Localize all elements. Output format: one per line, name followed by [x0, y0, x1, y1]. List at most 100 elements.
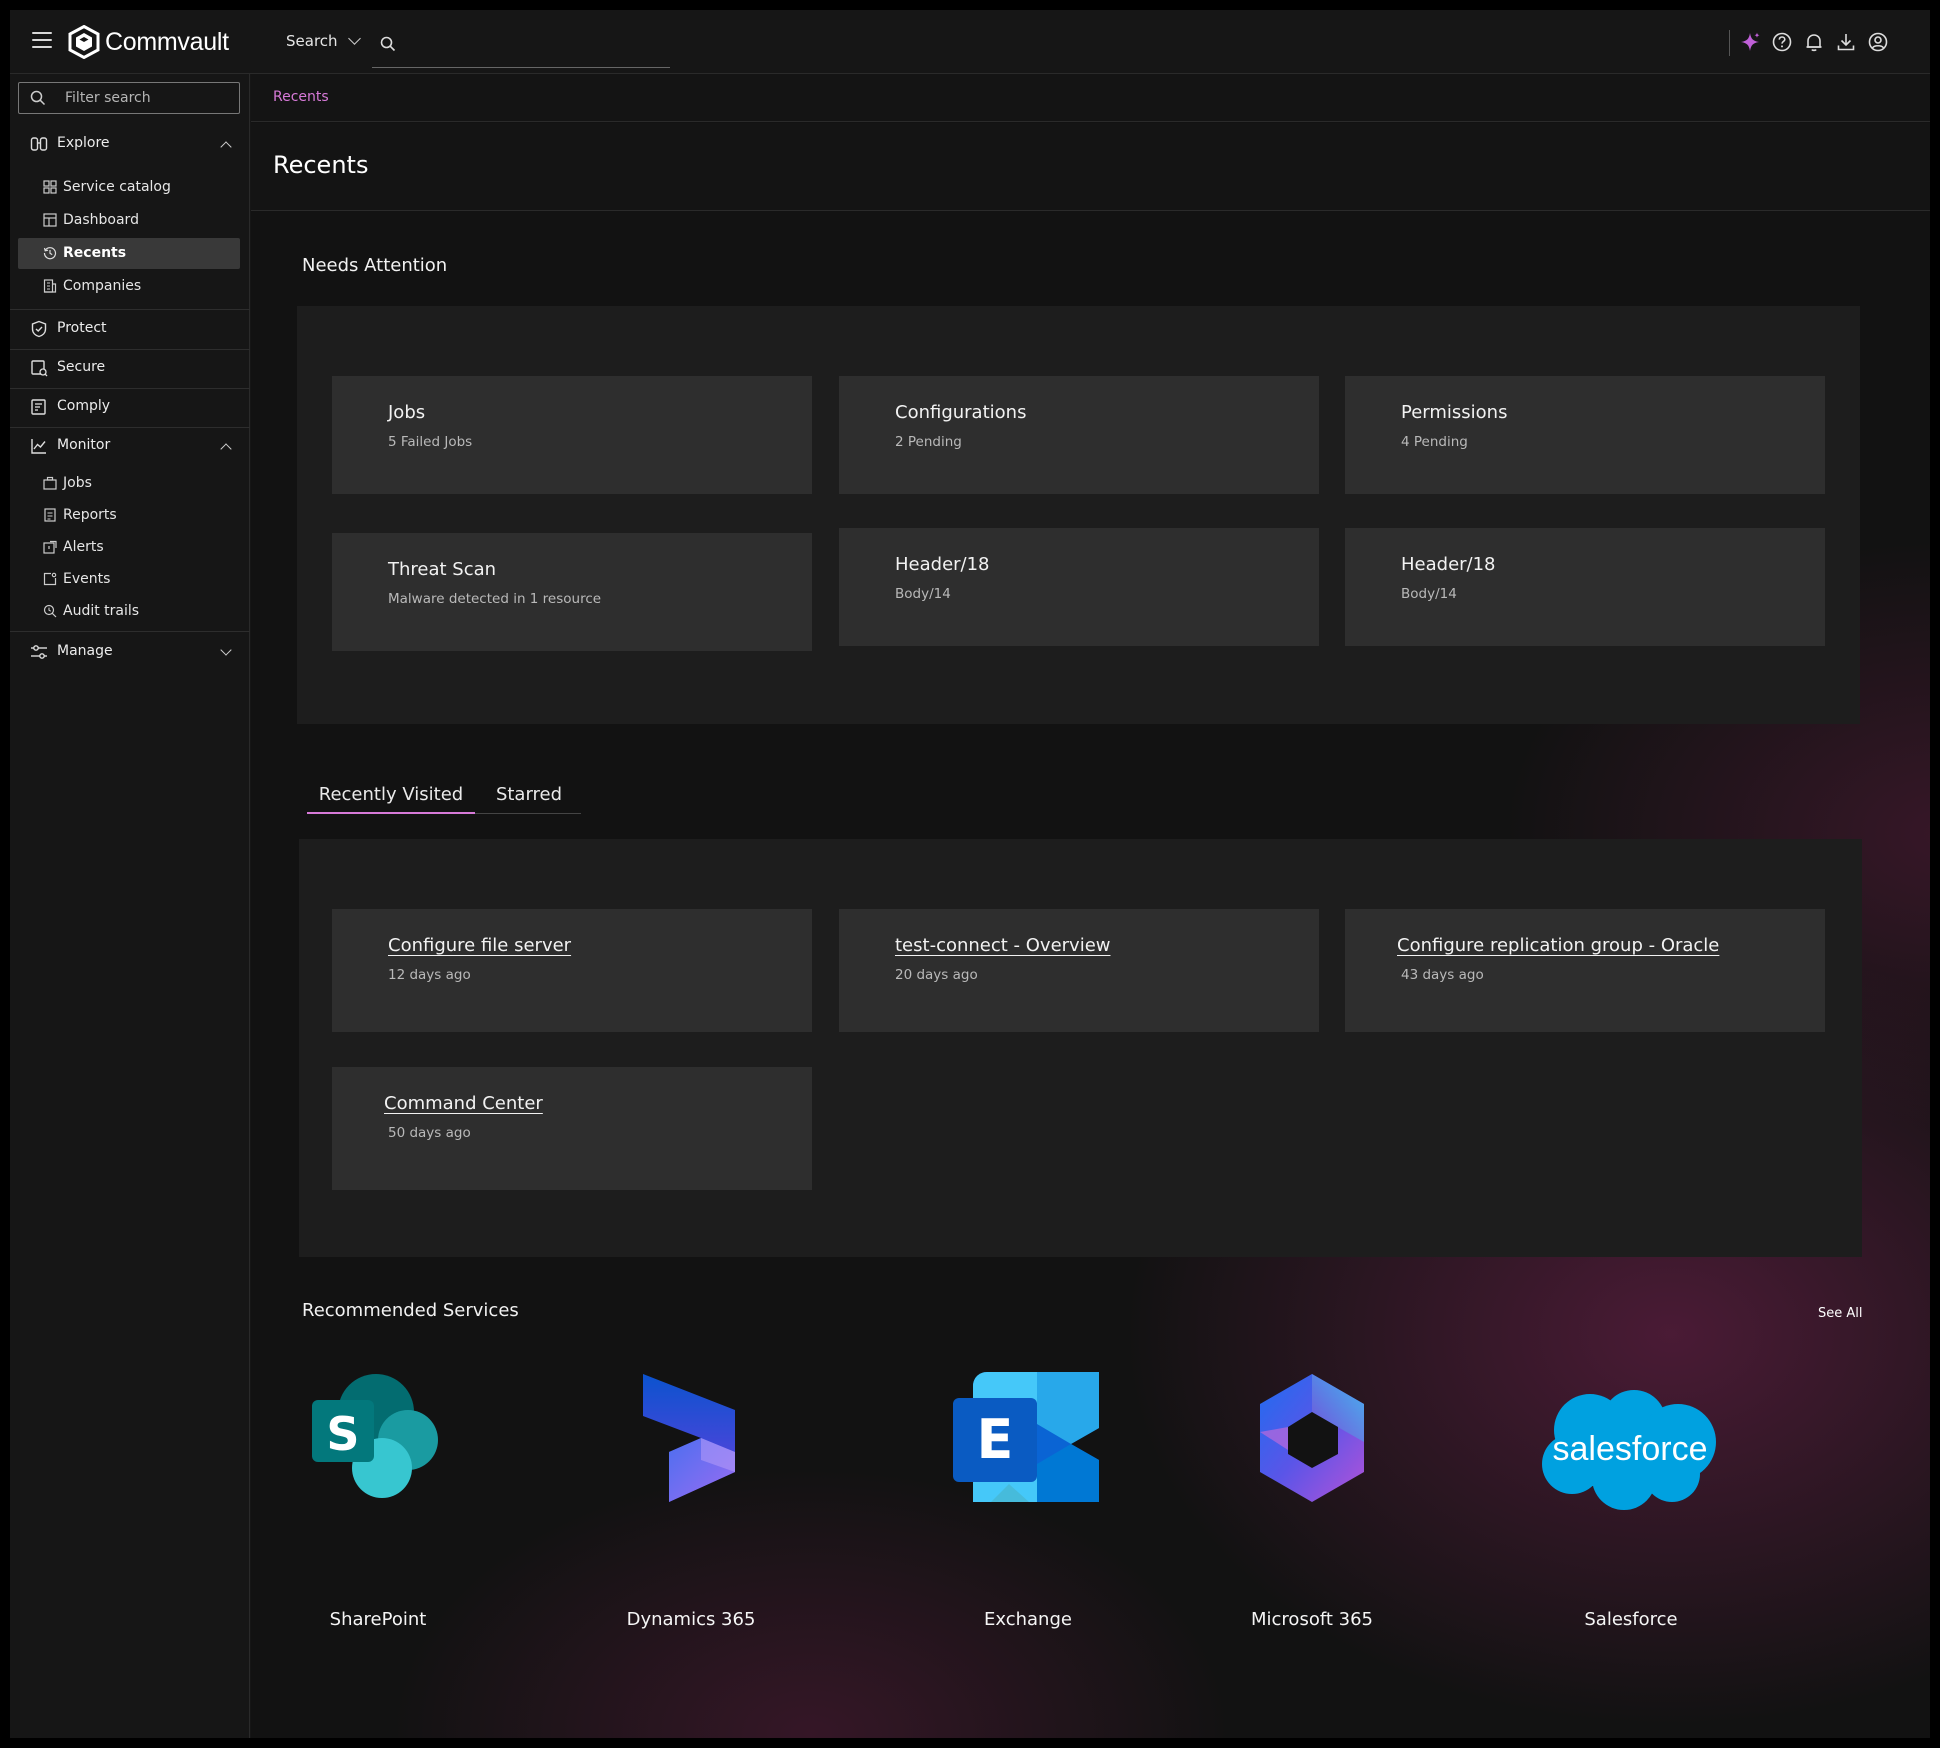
sidebar-item-audit-trails[interactable]: Audit trails — [18, 596, 240, 627]
search-scope-label: Search — [286, 32, 338, 50]
svg-text:E: E — [977, 1408, 1014, 1471]
attention-card-threat-scan[interactable]: Threat Scan Malware detected in 1 resour… — [332, 533, 812, 651]
sidebar-item-companies[interactable]: Companies — [18, 271, 240, 302]
attention-card-placeholder[interactable]: Header/18 Body/14 — [1345, 528, 1825, 646]
tab-label: Starred — [495, 784, 563, 805]
recent-card-test-connect-overview[interactable]: test-connect - Overview 20 days ago — [839, 909, 1319, 1032]
card-title: Permissions — [1401, 402, 1508, 423]
card-subtitle: 4 Pending — [1401, 434, 1468, 450]
top-bar: Commvault Search — [10, 10, 1930, 74]
nav-group-protect[interactable]: Protect — [10, 309, 250, 349]
chevron-up-icon — [220, 141, 232, 153]
nav-group-monitor[interactable]: Monitor — [10, 426, 250, 466]
recommended-services-title: Recommended Services — [302, 1300, 519, 1321]
grid-icon — [43, 180, 57, 194]
download-icon[interactable] — [1835, 31, 1857, 53]
dashboard-icon — [43, 213, 57, 227]
menu-icon[interactable] — [32, 32, 52, 50]
help-icon[interactable] — [1771, 31, 1793, 53]
filter-search — [18, 82, 240, 114]
tab-recently-visited[interactable]: Recently Visited — [307, 782, 475, 814]
nav-group-secure[interactable]: Secure — [10, 348, 250, 388]
filter-search-input[interactable] — [65, 87, 233, 109]
sidebar-item-label: Reports — [63, 507, 117, 523]
card-subtitle: 43 days ago — [1401, 967, 1484, 983]
events-icon — [43, 572, 57, 586]
service-dynamics-365[interactable]: Dynamics 365 — [591, 1372, 791, 1642]
svg-text:S: S — [326, 1407, 359, 1461]
nav-group-explore[interactable]: Explore — [10, 124, 250, 164]
recent-card-configure-replication-group[interactable]: Configure replication group - Oracle 43 … — [1345, 909, 1825, 1032]
sidebar-item-dashboard[interactable]: Dashboard — [18, 205, 240, 236]
user-icon[interactable] — [1867, 31, 1889, 53]
recently-visited-panel: Configure file server 12 days ago test-c… — [299, 839, 1862, 1257]
needs-attention-title: Needs Attention — [302, 255, 448, 276]
service-label: Exchange — [984, 1609, 1072, 1630]
chevron-up-icon — [220, 443, 232, 455]
chart-line-icon — [31, 439, 46, 454]
search-scope-dropdown[interactable]: Search — [286, 32, 361, 50]
attention-card-permissions[interactable]: Permissions 4 Pending — [1345, 376, 1825, 494]
card-title: Configure file server — [388, 935, 572, 956]
commvault-logo-icon — [68, 25, 100, 59]
card-title: Header/18 — [895, 554, 990, 575]
sidebar-item-reports[interactable]: Reports — [18, 500, 240, 531]
brand-logo[interactable]: Commvault — [68, 24, 229, 60]
tab-starred[interactable]: Starred — [477, 782, 581, 814]
service-microsoft-365[interactable]: Microsoft 365 — [1212, 1372, 1412, 1642]
see-all-link[interactable]: See All — [1818, 1306, 1863, 1321]
service-salesforce[interactable]: salesforce Salesforce — [1531, 1372, 1731, 1642]
sidebar-item-recents[interactable]: Recents — [18, 238, 240, 269]
shield-icon — [31, 320, 47, 338]
attention-card-jobs[interactable]: Jobs 5 Failed Jobs — [332, 376, 812, 494]
sidebar-item-label: Service catalog — [63, 179, 171, 195]
secure-icon — [31, 360, 48, 377]
nav-group-label: Explore — [57, 135, 110, 151]
recent-card-configure-file-server[interactable]: Configure file server 12 days ago — [332, 909, 812, 1032]
page-header: Recents — [251, 123, 1930, 211]
nav-group-manage[interactable]: Manage — [10, 632, 250, 672]
card-subtitle: 12 days ago — [388, 967, 471, 983]
binoculars-icon — [30, 137, 48, 151]
global-search — [372, 28, 670, 68]
sidebar-item-alerts[interactable]: Alerts — [18, 532, 240, 563]
sidebar-item-jobs[interactable]: Jobs — [18, 468, 240, 499]
sidebar-item-label: Alerts — [63, 539, 104, 555]
service-label: Salesforce — [1584, 1609, 1678, 1630]
card-subtitle: 50 days ago — [388, 1125, 471, 1141]
nav-group-comply[interactable]: Comply — [10, 387, 250, 427]
breadcrumb-bar: Recents — [251, 74, 1930, 122]
sidebar-item-label: Companies — [63, 278, 142, 294]
comply-icon — [31, 399, 46, 415]
attention-card-placeholder[interactable]: Header/18 Body/14 — [839, 528, 1319, 646]
tab-label: Recently Visited — [318, 784, 464, 805]
dynamics-365-logo — [643, 1374, 735, 1502]
microsoft-365-logo — [1260, 1374, 1364, 1502]
service-sharepoint[interactable]: S SharePoint — [278, 1372, 478, 1642]
exchange-logo: E — [953, 1372, 1099, 1502]
card-title: Configurations — [895, 402, 1027, 423]
bell-icon[interactable] — [1803, 31, 1825, 53]
briefcase-icon — [43, 476, 57, 490]
toolbar-divider — [1729, 30, 1730, 56]
service-label: SharePoint — [329, 1609, 427, 1630]
global-search-input[interactable] — [406, 34, 662, 60]
recent-card-command-center[interactable]: Command Center 50 days ago — [332, 1067, 812, 1190]
attention-card-configurations[interactable]: Configurations 2 Pending — [839, 376, 1319, 494]
sidebar-item-events[interactable]: Events — [18, 564, 240, 595]
breadcrumb-recents[interactable]: Recents — [273, 89, 329, 105]
needs-attention-panel: Jobs 5 Failed Jobs Configurations 2 Pend… — [297, 306, 1860, 724]
audit-icon — [43, 604, 57, 618]
chevron-down-icon — [220, 644, 232, 656]
service-exchange[interactable]: E Exchange — [928, 1372, 1128, 1642]
card-title: Threat Scan — [388, 559, 497, 580]
salesforce-logo: salesforce — [1542, 1390, 1716, 1510]
sparkle-icon[interactable] — [1739, 31, 1761, 53]
card-title: test-connect - Overview — [895, 935, 1111, 956]
sidebar-item-service-catalog[interactable]: Service catalog — [18, 172, 240, 203]
card-title: Header/18 — [1401, 554, 1496, 575]
sidebar: Explore Service catalog Dashboard — [10, 74, 250, 1738]
nav-group-label: Manage — [57, 643, 113, 659]
search-icon — [380, 36, 396, 52]
building-icon — [43, 279, 57, 293]
